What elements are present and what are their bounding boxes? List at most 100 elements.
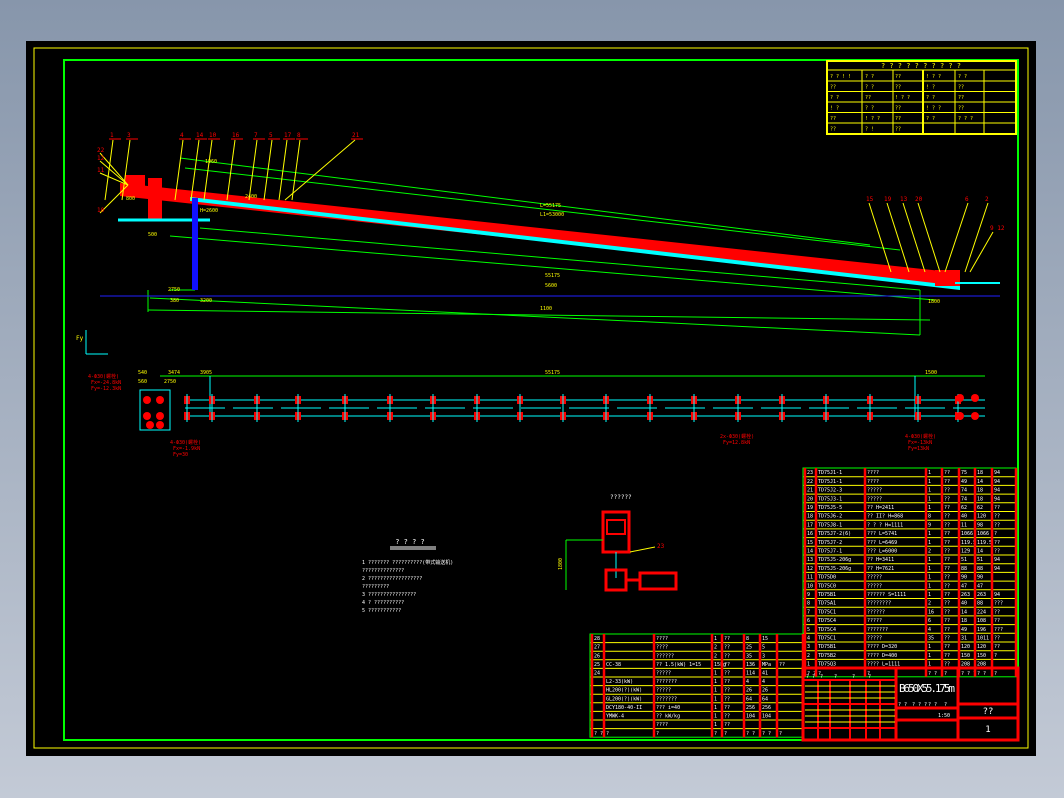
revision-table-title: ? ? ? ? ? ? ? ? ? ? [881,62,961,70]
table-cell: ??? L=6000 [867,549,897,555]
axis-indicator [85,330,108,355]
table-cell: ?????? [656,653,674,659]
table-cell: 27 [594,645,600,651]
table-cell: 224 [977,609,986,615]
dimension-text: 540 [138,370,147,376]
table-cell: 119.5 [977,540,992,546]
table-cell: ???? [656,645,668,651]
table-cell: ??????? [867,627,888,633]
table-header-cell: ? [714,731,717,737]
table-cell: ?? [944,531,950,537]
table-cell: 19 [807,505,813,511]
table-cell: 8 [928,514,931,520]
table-cell: TD75J6-2 [818,514,842,520]
title-cell: ? [944,702,947,708]
callout-label: 8 [297,132,301,139]
table-cell: 28 [594,636,600,642]
table-header-cell: ? [606,731,609,737]
table-row: DCY180-40-II ??? i=40 1?? 256 256 [606,705,771,711]
table-cell: 90 [961,575,967,581]
table-cell: 51 [961,557,967,563]
plan-view: 540 3474 3905 55175 1500560 27504-Ф30(螺栓)Fx=-… [88,370,985,458]
table-cell: 256 [762,705,771,711]
dimension-text: 3474 [168,370,180,376]
table-cell: ?? [994,522,1000,528]
revision-cell: ! ? ? [895,95,910,101]
table-cell: TD75C0 [818,583,836,589]
table-cell: 1 [714,696,717,702]
table-row: 9 TD75B1 ?????? S=1111 1?? 263 263 94 [807,592,1000,598]
table-row: 20 TD75J3-1????? 1?? 74 18 94 [807,496,1000,502]
table-cell: 51 [977,557,983,563]
table-row: 13 TD75J5-206g ?? H=3411 1?? 51 51 94 [807,557,1000,563]
table-cell: 11 [961,522,967,528]
table-cell: 2 [714,653,717,659]
detail-callout: 23 [657,543,665,550]
table-cell: 2 [714,645,717,651]
table-cell: ?? II? H=868 [867,514,903,520]
table-cell: ?? [994,609,1000,615]
table-cell: GL200(?)(kW) [606,696,642,702]
dimension-text: 1960 [205,159,217,165]
table-header-cell: ? [944,671,947,677]
table-cell: 26 [746,688,752,694]
callout-label: 5 [269,132,273,139]
table-cell: 94 [994,496,1000,502]
anchor-bolt [971,394,979,402]
anchor-bolt [971,412,979,420]
table-cell: 129 [961,549,970,555]
title-cell: ? [820,674,823,680]
callout-label: 9 12 [990,225,1005,232]
table-header-cell: ? [994,671,997,677]
table-cell: 1 [928,540,931,546]
table-cell: TD75J5-5 [818,505,842,511]
table-row: 12 TD75J5-206g ?? H=7621 1?? 88 88 94 [807,566,1000,572]
callout-label: 11 [97,167,105,174]
table-cell: 88 [977,601,983,607]
table-cell: 9 [807,592,810,598]
table-cell: TD75C1 [818,636,836,642]
table-cell: 114 [746,671,755,677]
table-cell: ?? [724,714,730,720]
table-cell: ?? [994,514,1000,520]
drawing-code: ?? [983,707,994,717]
technical-notes: ? ? ? ? 1 ??????? ??????????(带式输送机) ????… [362,538,453,614]
table-header-cell: ? ? [977,671,986,677]
table-row: 19 TD75J5-5 ?? H=2411 1?? 62 62?? [807,505,1000,511]
table-cell: 47 [961,583,967,589]
dimension-text: 2400 [245,194,257,200]
dimension-text: 55175 [545,370,560,376]
table-cell: 1 [714,679,717,685]
table-cell: ?? [994,618,1000,624]
table-cell: ???? D=320 [867,644,897,650]
table-header-cell: ? [724,731,727,737]
table-cell: 1 [714,688,717,694]
cad-drawing-sheet: ? ? ? ? ? ? ? ? ? ? ? ? ! !? ???! ? ?? ?… [26,41,1036,756]
table-cell: 263 [977,592,986,598]
table-cell: 40 [961,601,967,607]
table-cell: 1 [714,636,717,642]
callout-label: 22 [97,147,105,154]
table-row: 28???? 1?? 8 15 [594,636,768,642]
table-cell: 136 [746,662,755,668]
table-cell: ?????? [867,609,885,615]
head-frame [148,178,162,220]
table-cell: 1 [928,592,931,598]
callout-label: 20 [915,196,923,203]
table-cell: ?? [994,636,1000,642]
table-cell: ??? [994,627,1003,633]
anchor-bolt [156,421,164,429]
table-cell: 17 [807,522,813,528]
anchor-bolt [156,412,164,420]
table-cell: 47 [977,583,983,589]
table-row: 8 TD75A1???????? 2?? 40 88??? [807,601,1003,607]
table-row: 11 TD75D0????? 1?? 90 90 [807,575,983,581]
drawing-canvas: ? ? ? ? ? ? ? ? ? ? ? ? ! !? ???! ? ?? ?… [33,47,1029,749]
revision-cell: ! ? ? [926,74,941,80]
sheet-number: 1 [985,725,990,735]
table-cell: 22 [807,479,813,485]
callout-label: 10 [97,207,105,214]
table-cell: ?? [724,722,730,728]
drawing-name: B650X55.175m [899,682,955,695]
table-cell: 94 [994,566,1000,572]
